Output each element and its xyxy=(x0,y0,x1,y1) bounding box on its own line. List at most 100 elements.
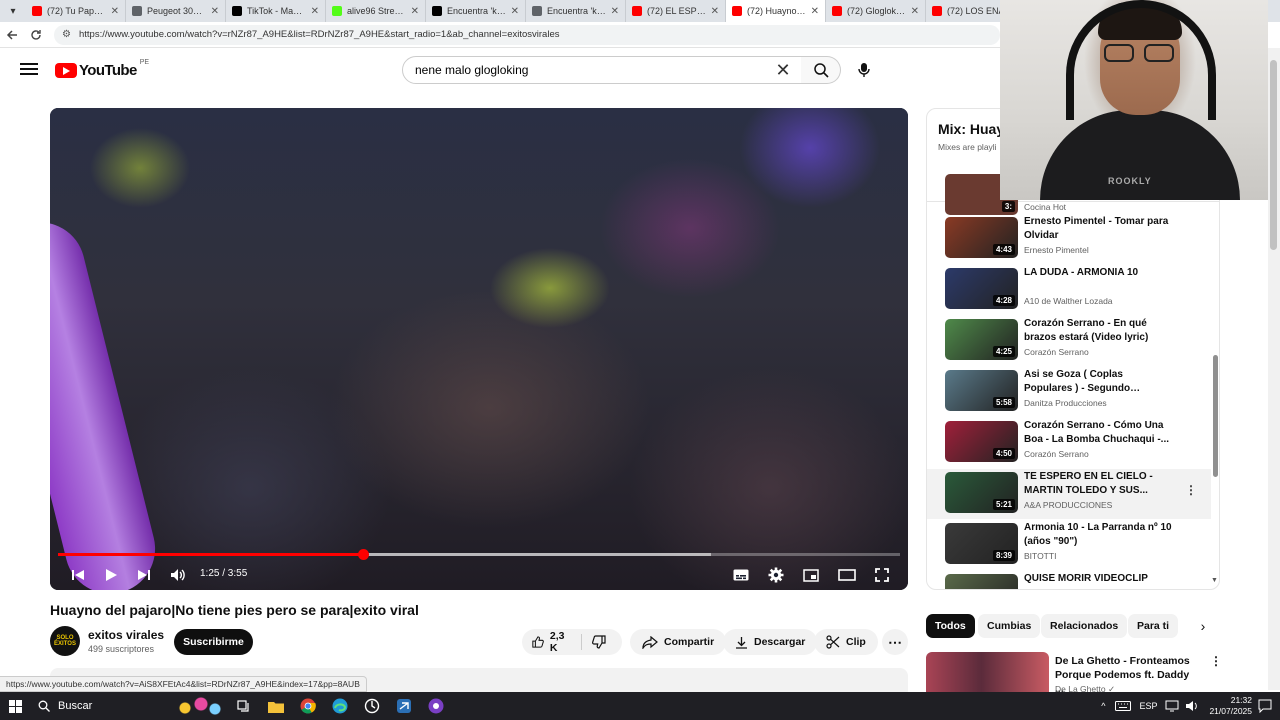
playlist-scroll-down-icon[interactable]: ▼ xyxy=(1211,577,1218,584)
browser-tab[interactable]: (72) EL ESPERO ✕ xyxy=(626,0,726,22)
playlist-item[interactable]: 5:21 TE ESPERO EN EL CIELO - MARTIN TOLED… xyxy=(927,469,1211,519)
progress-bar[interactable] xyxy=(58,549,900,560)
taskbar-widget-flowers[interactable] xyxy=(170,692,228,720)
tab-close-icon[interactable]: ✕ xyxy=(711,6,719,17)
windows-taskbar: Buscar ^ ESP 21:32 21/07/2025 xyxy=(0,692,1280,720)
progress-scrubber[interactable] xyxy=(357,549,369,560)
tab-close-icon[interactable]: ✕ xyxy=(411,6,419,17)
share-button[interactable]: Compartir xyxy=(630,629,727,655)
tab-close-icon[interactable]: ✕ xyxy=(611,6,619,17)
file-explorer-button[interactable] xyxy=(260,692,292,720)
playlist-title[interactable]: Mix: Huay xyxy=(938,121,1004,137)
duration-badge: 4:28 xyxy=(992,295,1015,306)
subtitles-button[interactable] xyxy=(730,564,752,586)
subscribe-button[interactable]: Suscribirme xyxy=(174,629,253,655)
start-button[interactable] xyxy=(0,692,30,720)
playlist-item[interactable]: 4:43 Ernesto Pimentel - Tomar para Olvida… xyxy=(927,214,1211,264)
playlist-item[interactable]: 4:28 LA DUDA - ARMONIA 10 A10 de Walther L… xyxy=(927,265,1211,315)
clock-time: 21:32 xyxy=(1230,695,1252,705)
tab-close-icon[interactable]: ✕ xyxy=(511,6,519,17)
clock[interactable]: 21:32 21/07/2025 xyxy=(1209,695,1252,717)
tab-close-icon[interactable]: ✕ xyxy=(211,6,219,17)
steam-button[interactable] xyxy=(388,692,420,720)
obs-button[interactable] xyxy=(420,692,452,720)
theater-mode-button[interactable] xyxy=(836,564,858,586)
play-button[interactable] xyxy=(100,564,122,586)
tab-close-icon[interactable]: ✕ xyxy=(911,6,919,17)
playlist-thumbnail: 5:21 xyxy=(945,472,1018,513)
previous-button[interactable] xyxy=(67,564,89,586)
volume-button[interactable] xyxy=(167,564,189,586)
tab-favicon-icon xyxy=(332,6,342,16)
speaker-icon[interactable] xyxy=(1185,700,1199,712)
settings-button[interactable] xyxy=(765,564,787,586)
tab-close-icon[interactable]: ✕ xyxy=(811,6,819,17)
notifications-icon[interactable] xyxy=(1258,699,1272,713)
browser-tab[interactable]: (72) Glogloking ✕ xyxy=(826,0,926,22)
tab-close-icon[interactable]: ✕ xyxy=(111,6,119,17)
webcam-shirt xyxy=(1040,110,1240,200)
browser-tab[interactable]: (72) Huayno del ✕ xyxy=(726,0,826,22)
next-button[interactable] xyxy=(133,564,155,586)
chip[interactable]: Para ti xyxy=(1128,614,1179,638)
app-button-green[interactable] xyxy=(356,692,388,720)
reload-button[interactable] xyxy=(24,23,48,47)
previous-icon xyxy=(72,570,84,580)
network-icon[interactable] xyxy=(1165,700,1179,712)
task-view-button[interactable] xyxy=(228,692,260,720)
chip[interactable]: Cumbias xyxy=(978,614,1041,638)
chip[interactable]: Relacionados xyxy=(1041,614,1128,638)
browser-tab[interactable]: alive96 Stream ✕ xyxy=(326,0,426,22)
download-button[interactable]: Descargar xyxy=(723,629,818,655)
chips-next-icon[interactable]: › xyxy=(1193,616,1213,636)
playlist-item-channel: A10 de Walther Lozada xyxy=(1024,296,1113,306)
guide-menu-button[interactable] xyxy=(18,60,40,80)
like-button[interactable]: 2,3 K xyxy=(522,629,581,655)
chrome-button[interactable] xyxy=(292,692,324,720)
playlist-thumbnail: 4:50 xyxy=(945,421,1018,462)
tray-chevron-icon[interactable]: ^ xyxy=(1101,701,1105,711)
browser-tab[interactable]: (72) Tu Papá W ✕ xyxy=(26,0,126,22)
playlist-scrollbar-thumb[interactable] xyxy=(1213,355,1218,477)
search-box[interactable] xyxy=(402,56,802,84)
playlist-item[interactable]: 4:25 Corazón Serrano - En qué brazos esta… xyxy=(927,316,1211,366)
tab-close-icon[interactable]: ✕ xyxy=(311,6,319,17)
tab-search-button[interactable]: ▾ xyxy=(0,0,26,22)
subtitles-icon xyxy=(733,569,749,581)
playlist-item-menu-icon[interactable]: ⋮ xyxy=(1185,483,1197,497)
page-scrollbar-thumb[interactable] xyxy=(1270,60,1277,250)
channel-name[interactable]: exitos virales xyxy=(88,628,164,642)
voice-search-button[interactable] xyxy=(850,56,878,84)
clear-search-icon[interactable]: ✕ xyxy=(772,60,794,80)
miniplayer-button[interactable] xyxy=(800,564,822,586)
browser-tab[interactable]: Encuentra 'kick p ✕ xyxy=(526,0,626,22)
dislike-button[interactable] xyxy=(582,629,622,655)
url-field[interactable]: ⚙ https://www.youtube.com/watch?v=rNZr87… xyxy=(54,24,1000,45)
fullscreen-button[interactable] xyxy=(871,564,893,586)
keyboard-icon[interactable] xyxy=(1115,701,1132,711)
playlist-item[interactable]: QUISE MORIR VIDEOCLIPArmonia 10 xyxy=(927,571,1211,589)
recommendation-thumbnail[interactable] xyxy=(926,652,1049,692)
playlist-item[interactable]: 4:50 Corazón Serrano - Cómo Una Boa - La … xyxy=(927,418,1211,468)
tab-title: Encuentra 'kick p xyxy=(547,6,607,16)
browser-tab[interactable]: Peugeot 3008, b ✕ xyxy=(126,0,226,22)
clip-button[interactable]: Clip xyxy=(814,629,878,655)
browser-tab[interactable]: Encuentra 'kick p ✕ xyxy=(426,0,526,22)
taskbar-search[interactable]: Buscar xyxy=(30,692,170,720)
search-input[interactable] xyxy=(415,63,801,77)
webcam-overlay: ROOKLY xyxy=(1000,0,1268,200)
browser-tab[interactable]: TikTok - Make Yo ✕ xyxy=(226,0,326,22)
channel-avatar[interactable]: SOLO ÉXITOS xyxy=(50,626,80,656)
search-button[interactable] xyxy=(801,56,841,84)
back-button[interactable] xyxy=(0,23,24,47)
chip[interactable]: Todos xyxy=(926,614,975,638)
recommendation-menu-icon[interactable]: ⋮ xyxy=(1210,654,1222,668)
edge-button[interactable] xyxy=(324,692,356,720)
language-indicator[interactable]: ESP xyxy=(1139,701,1157,711)
youtube-logo[interactable]: YouTube PE xyxy=(55,58,149,82)
video-player[interactable]: 1:25 / 3:55 xyxy=(50,108,908,590)
playlist-item[interactable]: 8:39 Armonia 10 - La Parranda nº 10 (años… xyxy=(927,520,1211,570)
more-actions-button[interactable]: ⋯ xyxy=(882,629,908,655)
site-info-icon[interactable]: ⚙ xyxy=(62,29,71,40)
playlist-item[interactable]: 5:58 Asi se Goza ( Coplas Populares ) - S… xyxy=(927,367,1211,417)
